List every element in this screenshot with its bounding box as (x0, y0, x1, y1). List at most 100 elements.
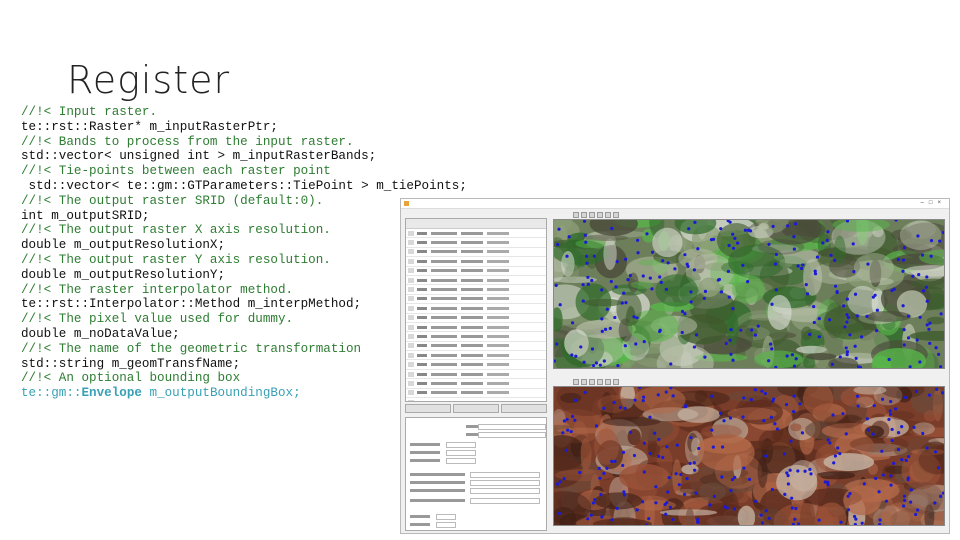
tie-point-marker (570, 321, 575, 325)
zoom-out-icon[interactable] (581, 212, 587, 218)
table-button[interactable] (453, 404, 499, 413)
tie-point-marker (875, 308, 879, 312)
table-cell (487, 400, 509, 401)
table-cell (417, 353, 427, 357)
adjust-map[interactable] (553, 386, 945, 526)
tie-point-marker (597, 466, 601, 471)
select-icon[interactable] (613, 379, 619, 385)
table-row[interactable] (406, 267, 546, 276)
tie-point-marker (920, 253, 925, 257)
tie-point-marker (762, 418, 766, 423)
table-row[interactable] (406, 295, 546, 305)
tie-point-marker (889, 483, 893, 487)
table-row[interactable] (406, 351, 546, 361)
terrain-patch (575, 239, 607, 249)
table-cell (417, 381, 427, 385)
table-row[interactable] (406, 238, 546, 248)
pan-icon[interactable] (589, 379, 595, 385)
table-row[interactable] (406, 332, 546, 342)
tie-point-marker (718, 411, 723, 415)
table-cell (487, 334, 509, 338)
tie-point-marker (727, 295, 731, 299)
add-tie-point-icon[interactable] (605, 379, 611, 385)
tie-point-marker (925, 299, 929, 303)
tie-point-marker (593, 498, 597, 502)
tie-points-table[interactable] (405, 218, 547, 402)
terrain-patch (630, 281, 654, 289)
table-row[interactable] (406, 389, 546, 399)
zoom-in-icon[interactable] (573, 379, 579, 385)
table-cell (417, 391, 427, 395)
tie-point-marker (768, 342, 773, 346)
table-row[interactable] (406, 379, 546, 389)
form-field[interactable] (470, 472, 540, 478)
tie-point-marker (689, 435, 693, 440)
tie-point-marker (770, 487, 774, 492)
select-icon[interactable] (613, 212, 619, 218)
tie-point-marker (793, 517, 797, 521)
table-row[interactable] (406, 360, 546, 370)
window-controls-icon[interactable]: –□× (921, 199, 946, 208)
table-row[interactable] (406, 370, 546, 380)
form-label (410, 515, 430, 518)
reference-map[interactable] (553, 219, 945, 369)
tie-point-marker (900, 425, 904, 429)
table-row[interactable] (406, 257, 546, 267)
tie-point-marker (731, 306, 735, 311)
table-cell (487, 278, 509, 282)
table-row[interactable] (406, 323, 546, 333)
table-cell (461, 278, 483, 282)
terrain-patch (731, 274, 766, 304)
form-field[interactable] (446, 458, 476, 464)
table-cell (408, 371, 414, 377)
zoom-in-icon[interactable] (573, 212, 579, 218)
add-tie-point-icon[interactable] (605, 212, 611, 218)
tie-point-marker (668, 505, 673, 509)
reference-map-toolbar (573, 212, 619, 218)
form-field[interactable] (470, 498, 540, 504)
form-field[interactable] (470, 488, 540, 494)
tie-point-marker (600, 515, 604, 519)
table-button[interactable] (501, 404, 547, 413)
form-field[interactable] (436, 514, 456, 520)
table-row[interactable] (406, 248, 546, 258)
pan-icon[interactable] (589, 212, 595, 218)
zoom-extent-icon[interactable] (597, 379, 603, 385)
table-row[interactable] (406, 229, 546, 239)
tie-point-marker (710, 428, 714, 432)
tie-point-marker (862, 482, 866, 486)
form-row (406, 480, 546, 486)
tie-point-marker (600, 317, 604, 321)
form-field[interactable] (470, 480, 540, 486)
table-row[interactable] (406, 304, 546, 314)
table-row[interactable] (406, 285, 546, 295)
tie-point-marker (749, 398, 753, 402)
tie-point-marker (833, 258, 837, 262)
tie-point-marker (664, 512, 668, 516)
tie-point-marker (928, 321, 932, 325)
form-field[interactable] (446, 442, 476, 448)
table-cell (431, 316, 457, 320)
table-button[interactable] (405, 404, 451, 413)
tie-point-marker (711, 445, 715, 449)
form-field[interactable] (436, 522, 456, 528)
form-field[interactable] (478, 424, 546, 430)
form-field[interactable] (478, 432, 546, 438)
table-cell (431, 306, 457, 310)
tie-point-marker (635, 316, 639, 320)
table-cell (487, 250, 509, 254)
table-row[interactable] (406, 342, 546, 352)
table-row[interactable] (406, 398, 546, 401)
terrain-patch (698, 482, 727, 501)
terrain-patch (758, 223, 769, 230)
terrain-patch (853, 252, 894, 283)
tie-point-marker (586, 517, 590, 521)
tie-point-marker (731, 246, 736, 250)
zoom-out-icon[interactable] (581, 379, 587, 385)
form-field[interactable] (446, 450, 476, 456)
tie-point-marker (712, 494, 716, 499)
tie-point-marker (574, 398, 578, 402)
zoom-extent-icon[interactable] (597, 212, 603, 218)
table-row[interactable] (406, 276, 546, 286)
table-row[interactable] (406, 314, 546, 323)
